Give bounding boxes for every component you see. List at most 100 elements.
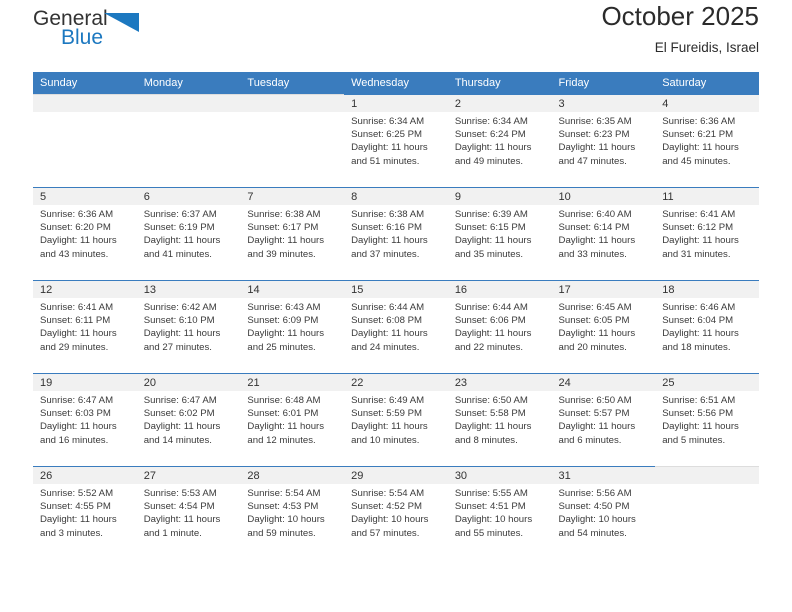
calendar-day-cell[interactable]: 25 Sunrise: 6:51 AM Sunset: 5:56 PM Dayligh… — [655, 373, 759, 466]
calendar-day-cell[interactable]: 5 Sunrise: 6:36 AM Sunset: 6:20 PM Daylight… — [33, 187, 137, 280]
sunrise-text: Sunrise: 6:44 AM — [351, 302, 425, 313]
day-number: 16 — [447, 281, 552, 298]
day-cell-inner: 21 Sunrise: 6:48 AM Sunset: 6:01 PM Dayligh… — [240, 373, 345, 466]
calendar-day-cell[interactable]: 3 Sunrise: 6:35 AM Sunset: 6:23 PM Daylight… — [551, 94, 656, 187]
sunset-text: Sunset: 5:59 PM — [351, 408, 423, 420]
triangle-flag-icon — [104, 13, 139, 32]
day-number: 23 — [447, 374, 552, 391]
calendar-day-cell[interactable]: 27 Sunrise: 5:53 AM Sunset: 4:54 PM Dayligh… — [136, 466, 241, 559]
sunset-text: Sunset: 6:15 PM — [454, 222, 526, 234]
daylight-text: Daylight: 11 hours and 5 minutes. — [662, 421, 739, 446]
sunset-text: Sunset: 5:57 PM — [558, 408, 630, 420]
calendar-day-cell[interactable]: 14 Sunrise: 6:43 AM Sunset: 6:09 PM Dayligh… — [240, 280, 345, 373]
sunset-text: Sunset: 4:53 PM — [247, 501, 319, 513]
day-number: 17 — [551, 281, 656, 298]
day-details: Sunrise: 6:38 AM Sunset: 6:16 PM Daylight:… — [344, 205, 448, 261]
calendar-day-cell[interactable]: 11 Sunrise: 6:41 AM Sunset: 6:12 PM Dayligh… — [655, 187, 759, 280]
sunrise-text: Sunrise: 6:38 AM — [247, 209, 321, 220]
calendar-day-cell[interactable]: 1 Sunrise: 6:34 AM Sunset: 6:25 PM Daylight… — [344, 94, 448, 187]
daylight-text: Daylight: 11 hours and 3 minutes. — [40, 514, 117, 539]
calendar-day-cell[interactable]: 24 Sunrise: 6:50 AM Sunset: 5:57 PM Dayligh… — [551, 373, 656, 466]
calendar-day-cell[interactable]: 22 Sunrise: 6:49 AM Sunset: 5:59 PM Dayligh… — [344, 373, 448, 466]
calendar-day-cell[interactable]: 2 Sunrise: 6:34 AM Sunset: 6:24 PM Daylight… — [447, 94, 552, 187]
day-number: 26 — [33, 467, 137, 484]
sunrise-text: Sunrise: 5:55 AM — [454, 488, 528, 499]
daylight-text: Daylight: 11 hours and 39 minutes. — [247, 235, 325, 260]
weekday-header-saturday: Saturday — [655, 72, 759, 94]
day-details: Sunrise: 6:44 AM Sunset: 6:08 PM Daylight:… — [344, 298, 448, 354]
sunrise-text: Sunrise: 6:41 AM — [40, 302, 114, 313]
calendar-day-cell[interactable]: 7 Sunrise: 6:38 AM Sunset: 6:17 PM Daylight… — [240, 187, 345, 280]
sunrise-text: Sunrise: 6:49 AM — [351, 395, 425, 406]
page-subtitle: El Fureidis, Israel — [654, 40, 759, 55]
day-number: 8 — [344, 188, 448, 205]
day-number: 31 — [551, 467, 656, 484]
calendar-empty-cell — [240, 94, 345, 187]
calendar-day-cell[interactable]: 8 Sunrise: 6:38 AM Sunset: 6:16 PM Daylight… — [344, 187, 448, 280]
day-details: Sunrise: 6:40 AM Sunset: 6:14 PM Daylight:… — [552, 205, 656, 261]
day-number: 7 — [240, 188, 345, 205]
day-number: 6 — [136, 188, 241, 205]
day-details: Sunrise: 6:35 AM Sunset: 6:23 PM Daylight:… — [552, 112, 656, 168]
sunrise-text: Sunrise: 6:35 AM — [558, 116, 632, 127]
day-details: Sunrise: 6:37 AM Sunset: 6:19 PM Daylight:… — [137, 205, 241, 261]
day-cell-inner — [655, 466, 759, 559]
calendar-day-cell[interactable]: 30 Sunrise: 5:55 AM Sunset: 4:51 PM Dayligh… — [447, 466, 552, 559]
day-number — [655, 467, 759, 484]
sunset-text: Sunset: 4:51 PM — [454, 501, 526, 513]
calendar-day-cell[interactable]: 12 Sunrise: 6:41 AM Sunset: 6:11 PM Dayligh… — [33, 280, 137, 373]
calendar-page: General Blue October 2025 El Fureidis, I… — [0, 0, 792, 612]
day-number: 15 — [344, 281, 448, 298]
calendar-day-cell[interactable]: 6 Sunrise: 6:37 AM Sunset: 6:19 PM Daylight… — [136, 187, 241, 280]
sunrise-text: Sunrise: 6:36 AM — [40, 209, 114, 220]
day-cell-inner: 31 Sunrise: 5:56 AM Sunset: 4:50 PM Dayligh… — [551, 466, 656, 559]
sunrise-text: Sunrise: 6:44 AM — [454, 302, 528, 313]
calendar-day-cell[interactable]: 28 Sunrise: 5:54 AM Sunset: 4:53 PM Dayligh… — [240, 466, 345, 559]
sunset-text: Sunset: 6:16 PM — [351, 222, 423, 234]
sunset-text: Sunset: 5:58 PM — [454, 408, 526, 420]
calendar-day-cell[interactable]: 18 Sunrise: 6:46 AM Sunset: 6:04 PM Dayligh… — [655, 280, 759, 373]
daylight-text: Daylight: 11 hours and 16 minutes. — [40, 421, 117, 446]
day-details: Sunrise: 6:47 AM Sunset: 6:03 PM Daylight:… — [33, 391, 137, 447]
calendar-day-cell[interactable]: 17 Sunrise: 6:45 AM Sunset: 6:05 PM Dayligh… — [551, 280, 656, 373]
day-cell-inner: 16 Sunrise: 6:44 AM Sunset: 6:06 PM Dayligh… — [447, 280, 552, 373]
daylight-text: Daylight: 11 hours and 31 minutes. — [662, 235, 739, 260]
day-number: 21 — [240, 374, 345, 391]
calendar-empty-cell — [655, 466, 759, 559]
day-cell-inner — [136, 94, 241, 187]
day-number — [136, 95, 241, 112]
sunset-text: Sunset: 6:21 PM — [662, 129, 734, 141]
day-details: Sunrise: 5:56 AM Sunset: 4:50 PM Daylight:… — [552, 484, 656, 540]
daylight-text: Daylight: 11 hours and 51 minutes. — [351, 142, 428, 167]
daylight-text: Daylight: 10 hours and 57 minutes. — [351, 514, 429, 539]
daylight-text: Daylight: 11 hours and 33 minutes. — [558, 235, 636, 260]
calendar-day-cell[interactable]: 26 Sunrise: 5:52 AM Sunset: 4:55 PM Dayligh… — [33, 466, 137, 559]
calendar-day-cell[interactable]: 10 Sunrise: 6:40 AM Sunset: 6:14 PM Dayligh… — [551, 187, 656, 280]
generalblue-logo[interactable]: General Blue — [33, 8, 213, 58]
calendar-day-cell[interactable]: 9 Sunrise: 6:39 AM Sunset: 6:15 PM Daylight… — [447, 187, 552, 280]
sunrise-text: Sunrise: 6:51 AM — [662, 395, 736, 406]
daylight-text: Daylight: 11 hours and 37 minutes. — [351, 235, 428, 260]
sunset-text: Sunset: 6:04 PM — [662, 315, 734, 327]
calendar-day-cell[interactable]: 4 Sunrise: 6:36 AM Sunset: 6:21 PM Daylight… — [655, 94, 759, 187]
calendar-day-cell[interactable]: 15 Sunrise: 6:44 AM Sunset: 6:08 PM Dayligh… — [344, 280, 448, 373]
sunrise-text: Sunrise: 5:54 AM — [247, 488, 321, 499]
calendar-day-cell[interactable]: 31 Sunrise: 5:56 AM Sunset: 4:50 PM Dayligh… — [551, 466, 656, 559]
sunrise-text: Sunrise: 5:53 AM — [143, 488, 217, 499]
calendar-day-cell[interactable]: 19 Sunrise: 6:47 AM Sunset: 6:03 PM Dayligh… — [33, 373, 137, 466]
calendar-day-cell[interactable]: 13 Sunrise: 6:42 AM Sunset: 6:10 PM Dayligh… — [136, 280, 241, 373]
calendar-day-cell[interactable]: 23 Sunrise: 6:50 AM Sunset: 5:58 PM Dayligh… — [447, 373, 552, 466]
calendar-day-cell[interactable]: 20 Sunrise: 6:47 AM Sunset: 6:02 PM Dayligh… — [136, 373, 241, 466]
day-details: Sunrise: 5:52 AM Sunset: 4:55 PM Daylight:… — [33, 484, 137, 540]
daylight-text: Daylight: 11 hours and 1 minute. — [143, 514, 221, 539]
calendar-day-cell[interactable]: 29 Sunrise: 5:54 AM Sunset: 4:52 PM Dayligh… — [344, 466, 448, 559]
sunset-text: Sunset: 6:10 PM — [143, 315, 215, 327]
day-cell-inner: 18 Sunrise: 6:46 AM Sunset: 6:04 PM Dayligh… — [655, 280, 759, 373]
daylight-text: Daylight: 10 hours and 59 minutes. — [247, 514, 325, 539]
calendar-empty-cell — [33, 94, 137, 187]
weekday-header-thursday: Thursday — [447, 72, 552, 94]
calendar-day-cell[interactable]: 21 Sunrise: 6:48 AM Sunset: 6:01 PM Dayligh… — [240, 373, 345, 466]
logo-text-blue: Blue — [61, 26, 104, 49]
weekday-header-monday: Monday — [136, 72, 241, 94]
calendar-day-cell[interactable]: 16 Sunrise: 6:44 AM Sunset: 6:06 PM Dayligh… — [447, 280, 552, 373]
